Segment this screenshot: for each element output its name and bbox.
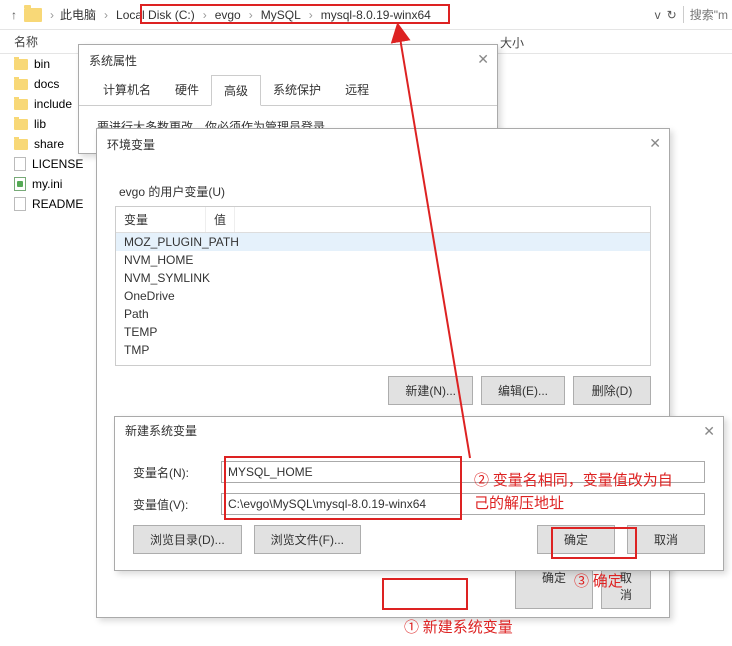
list-item[interactable]: my.ini xyxy=(14,174,94,194)
folder-icon xyxy=(14,119,28,130)
chevron-right-icon: › xyxy=(305,8,317,22)
input-value: C:\evgo\MySQL\mysql-8.0.19-winx64 xyxy=(228,497,426,511)
file-name: my.ini xyxy=(32,177,62,191)
tab-remote[interactable]: 远程 xyxy=(333,75,381,105)
list-header: 变量 值 xyxy=(116,207,650,233)
var-name: NVM_SYMLINK xyxy=(116,269,218,287)
browse-file-button[interactable]: 浏览文件(F)... xyxy=(254,525,361,554)
close-icon[interactable]: ✕ xyxy=(703,423,715,440)
newvar-ok-button[interactable]: 确定 xyxy=(537,525,615,554)
refresh-icon[interactable]: ↻ xyxy=(667,8,677,22)
newvar-cancel-button[interactable]: 取消 xyxy=(627,525,705,554)
tab-computername[interactable]: 计算机名 xyxy=(91,75,163,105)
explorer-address-bar: ↑ › 此电脑 › Local Disk (C:) › evgo › MySQL… xyxy=(0,0,732,30)
dropdown-icon[interactable]: v xyxy=(655,8,661,22)
table-row[interactable]: OneDrive xyxy=(116,287,650,305)
dialog-title: 新建系统变量 ✕ xyxy=(115,417,723,443)
tab-hardware[interactable]: 硬件 xyxy=(163,75,211,105)
var-name: TEMP xyxy=(116,323,165,341)
crumb[interactable]: MySQL xyxy=(259,8,303,22)
ini-file-icon xyxy=(14,177,26,191)
file-icon xyxy=(14,157,26,171)
user-var-list[interactable]: 变量 值 MOZ_PLUGIN_PATH NVM_HOME NVM_SYMLIN… xyxy=(115,206,651,366)
col-variable[interactable]: 变量 xyxy=(116,207,206,232)
annotation-text-1: ① 新建系统变量 xyxy=(404,616,513,637)
var-value-input[interactable]: C:\evgo\MySQL\mysql-8.0.19-winx64 xyxy=(221,493,705,515)
table-row[interactable]: TMP xyxy=(116,341,650,359)
file-name: lib xyxy=(34,117,46,131)
var-name: OneDrive xyxy=(116,287,183,305)
table-row[interactable]: TEMP xyxy=(116,323,650,341)
folder-icon xyxy=(24,8,42,22)
file-name: docs xyxy=(34,77,59,91)
new-system-variable-dialog: 新建系统变量 ✕ 变量名(N): MYSQL_HOME 变量值(V): C:\e… xyxy=(114,416,724,571)
crumb[interactable]: evgo xyxy=(213,8,243,22)
var-name: TMP xyxy=(116,341,157,359)
browse-dir-button[interactable]: 浏览目录(D)... xyxy=(133,525,242,554)
chevron-right-icon: › xyxy=(100,8,112,22)
delete-user-var-button[interactable]: 删除(D) xyxy=(573,376,651,405)
var-name: MOZ_PLUGIN_PATH xyxy=(116,233,247,251)
dialog-title-text: 环境变量 xyxy=(107,136,155,153)
edit-user-var-button[interactable]: 编辑(E)... xyxy=(481,376,565,405)
input-value: MYSQL_HOME xyxy=(228,465,313,479)
var-name-input[interactable]: MYSQL_HOME xyxy=(221,461,705,483)
breadcrumb[interactable]: 此电脑 › Local Disk (C:) › evgo › MySQL › m… xyxy=(58,6,433,23)
column-header-size[interactable]: 大小 xyxy=(500,34,524,51)
var-name: Path xyxy=(116,305,157,323)
column-header-label: 名称 xyxy=(14,33,38,50)
search-input[interactable]: 搜索"m xyxy=(683,6,728,23)
var-name: NVM_HOME xyxy=(116,251,201,269)
list-item[interactable]: LICENSE xyxy=(14,154,94,174)
folder-icon xyxy=(14,79,28,90)
nav-up-icon[interactable]: ↑ xyxy=(4,5,24,25)
table-row[interactable]: NVM_HOME xyxy=(116,251,650,269)
file-name: LICENSE xyxy=(32,157,83,171)
list-item[interactable]: README xyxy=(14,194,94,214)
col-value[interactable]: 值 xyxy=(206,207,235,232)
tab-advanced[interactable]: 高级 xyxy=(211,75,261,106)
close-icon[interactable]: ✕ xyxy=(477,51,489,68)
table-row[interactable]: NVM_SYMLINK xyxy=(116,269,650,287)
chevron-right-icon: › xyxy=(46,8,58,22)
crumb[interactable]: 此电脑 xyxy=(58,6,98,23)
dialog-title-text: 新建系统变量 xyxy=(125,422,197,439)
dialog-title-text: 系统属性 xyxy=(89,52,137,69)
file-icon xyxy=(14,197,26,211)
tab-strip: 计算机名 硬件 高级 系统保护 远程 xyxy=(79,75,497,106)
chevron-right-icon: › xyxy=(199,8,211,22)
crumb[interactable]: Local Disk (C:) xyxy=(114,8,197,22)
file-name: include xyxy=(34,97,72,111)
file-name: README xyxy=(32,197,83,211)
folder-icon xyxy=(14,59,28,70)
folder-icon xyxy=(14,139,28,150)
chevron-right-icon: › xyxy=(245,8,257,22)
tab-systemprotection[interactable]: 系统保护 xyxy=(261,75,333,105)
var-value-label: 变量值(V): xyxy=(133,496,203,513)
dialog-title: 系统属性 ✕ xyxy=(79,45,497,75)
dialog-title: 环境变量 ✕ xyxy=(97,129,669,159)
user-vars-label: evgo 的用户变量(U) xyxy=(119,183,651,200)
new-user-var-button[interactable]: 新建(N)... xyxy=(388,376,473,405)
var-name-label: 变量名(N): xyxy=(133,464,203,481)
file-name: bin xyxy=(34,57,50,71)
table-row[interactable]: Path xyxy=(116,305,650,323)
crumb[interactable]: mysql-8.0.19-winx64 xyxy=(319,8,433,22)
close-icon[interactable]: ✕ xyxy=(649,135,661,152)
file-name: share xyxy=(34,137,64,151)
table-row[interactable]: MOZ_PLUGIN_PATH xyxy=(116,233,650,251)
folder-icon xyxy=(14,99,28,110)
